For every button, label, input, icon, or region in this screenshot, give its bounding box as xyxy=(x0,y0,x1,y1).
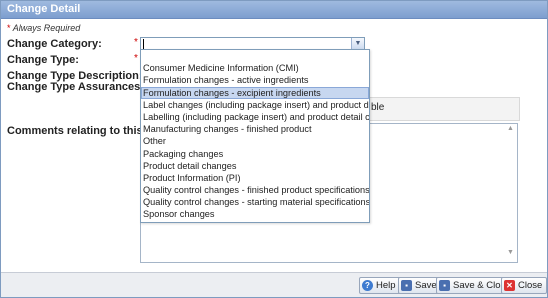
dropdown-item-product-detail[interactable]: Product detail changes xyxy=(141,160,369,172)
help-button[interactable]: ? Help xyxy=(359,277,401,294)
save-icon: ▪ xyxy=(401,280,412,291)
dropdown-item-formulation-excipient[interactable]: Formulation changes - excipient ingredie… xyxy=(141,86,369,99)
always-required-text: Always Required xyxy=(12,23,81,33)
required-star: * xyxy=(7,23,11,33)
change-category-required-star: * xyxy=(134,37,138,48)
assurance-text-tail: ble xyxy=(371,102,385,113)
text-caret xyxy=(143,39,144,49)
change-type-required-star: * xyxy=(134,53,138,64)
dropdown-item-product-information[interactable]: Product Information (PI) xyxy=(141,172,369,184)
dropdown-item-other[interactable]: Other xyxy=(141,135,369,147)
close-icon: ✕ xyxy=(504,280,515,291)
dropdown-item-qc-starting[interactable]: Quality control changes - starting mater… xyxy=(141,196,369,208)
scroll-down-icon[interactable]: ▼ xyxy=(507,249,514,256)
scroll-up-icon[interactable]: ▲ xyxy=(507,125,514,132)
dropdown-item-cmi[interactable]: Consumer Medicine Information (CMI) xyxy=(141,62,369,74)
change-type-assurances-label: Change Type Assurances: xyxy=(7,81,144,93)
change-detail-dialog: Change Detail * Always Required Change C… xyxy=(0,0,548,298)
help-button-label: Help xyxy=(376,280,396,291)
save-button-label: Save xyxy=(415,280,437,291)
dropdown-item-label-changes[interactable]: Label changes (including package insert)… xyxy=(141,99,369,111)
dropdown-item-packaging[interactable]: Packaging changes xyxy=(141,148,369,160)
change-category-dropdown-list: Consumer Medicine Information (CMI) Form… xyxy=(140,49,370,223)
change-category-label: Change Category: xyxy=(7,38,102,50)
change-type-label: Change Type: xyxy=(7,54,79,66)
dropdown-item-sponsor[interactable]: Sponsor changes xyxy=(141,208,369,220)
help-icon: ? xyxy=(362,280,373,291)
dropdown-item-labelling[interactable]: Labelling (including package insert) and… xyxy=(141,111,369,123)
close-button[interactable]: ✕ Close xyxy=(501,277,548,294)
window-title: Change Detail xyxy=(1,1,547,19)
dialog-footer: ? Help ▪ Save ▪ Save & Close ✕ Close xyxy=(1,272,548,297)
save-close-icon: ▪ xyxy=(439,280,450,291)
always-required-note: * Always Required xyxy=(7,23,80,33)
close-button-label: Close xyxy=(518,280,543,291)
dropdown-item-empty[interactable] xyxy=(141,50,369,62)
dropdown-item-qc-finished[interactable]: Quality control changes - finished produ… xyxy=(141,184,369,196)
dropdown-item-manufacturing[interactable]: Manufacturing changes - finished product xyxy=(141,123,369,135)
dropdown-item-formulation-active[interactable]: Formulation changes - active ingredients xyxy=(141,74,369,86)
